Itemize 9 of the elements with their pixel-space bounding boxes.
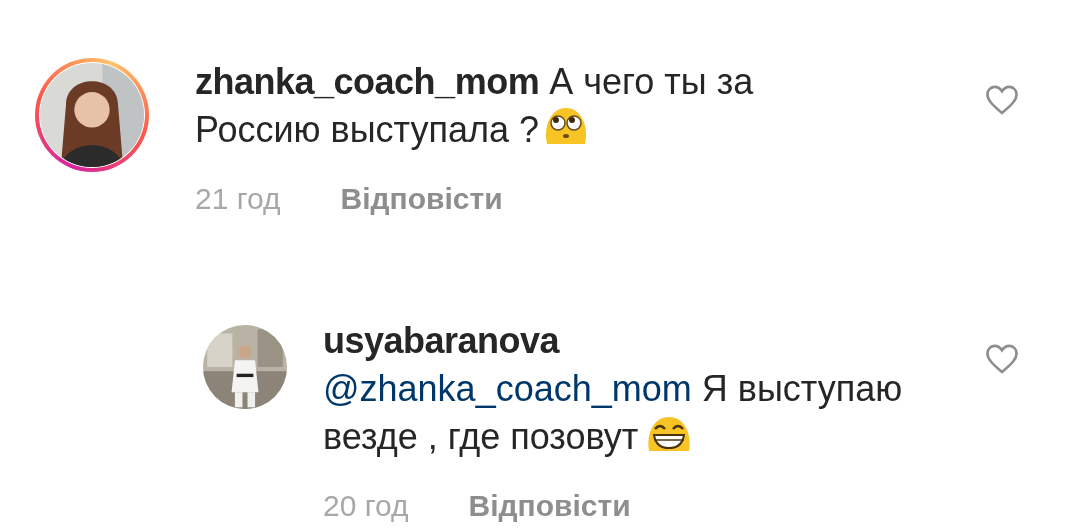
mention-link[interactable]: @zhanka_coach_mom: [323, 368, 692, 409]
comment-text: usyabaranova @zhanka_coach_mom Я выступаю везде , где позовут: [323, 319, 904, 459]
comment-time: 20 год: [323, 488, 409, 524]
heart-icon[interactable]: [984, 343, 1020, 375]
comment-time: 21 год: [195, 181, 281, 217]
username-link[interactable]: zhanka_coach_mom: [195, 61, 540, 102]
comment-text: zhanka_coach_mom А чего ты за Россию выступала ?: [195, 60, 755, 152]
username-link[interactable]: usyabaranova: [323, 320, 560, 361]
heart-icon[interactable]: [984, 84, 1020, 116]
